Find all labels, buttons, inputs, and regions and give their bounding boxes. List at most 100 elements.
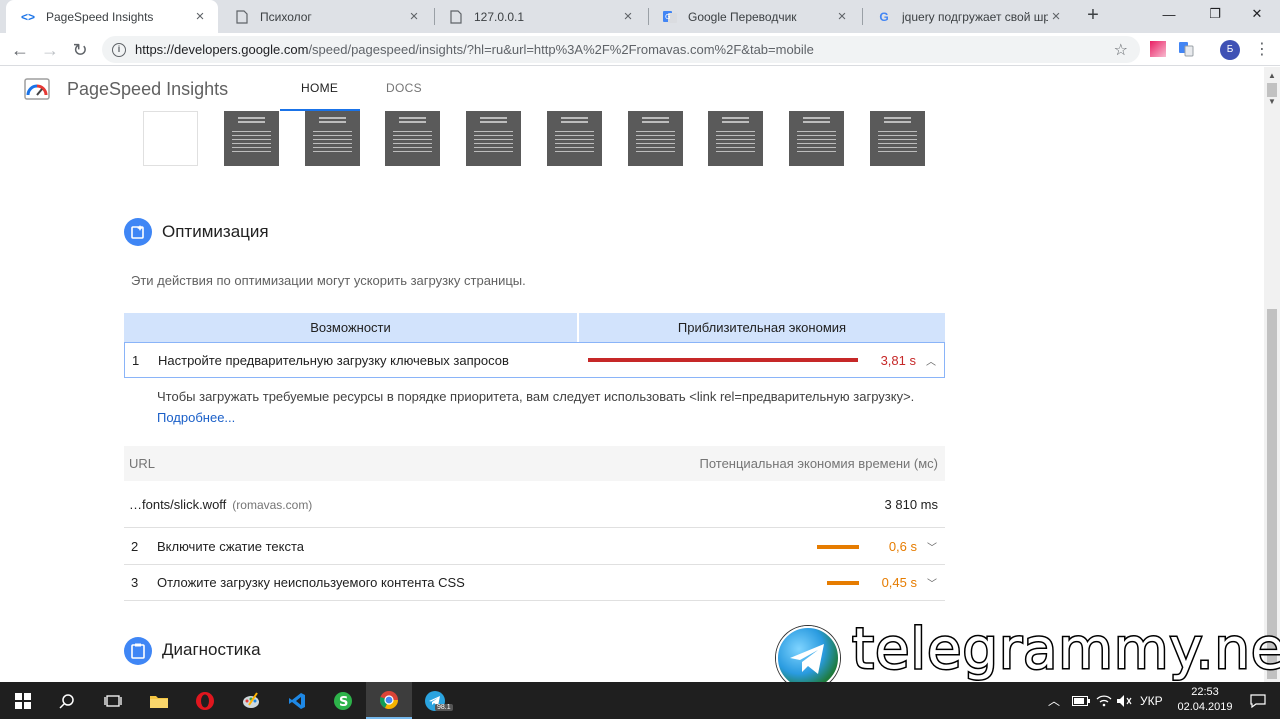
filmstrip-frame bbox=[385, 111, 440, 166]
tray-chevron-icon[interactable]: ︿ bbox=[1048, 682, 1060, 719]
language-indicator[interactable]: УКР bbox=[1140, 682, 1163, 719]
chevron-up-icon[interactable]: ︿ bbox=[924, 353, 938, 368]
page-scrollbar[interactable]: ▲ ▼ bbox=[1264, 67, 1280, 682]
chrome-icon[interactable] bbox=[366, 682, 412, 719]
task-view-icon[interactable] bbox=[90, 682, 136, 719]
opportunity-title: Отложите загрузку неиспользуемого контен… bbox=[157, 575, 465, 590]
brand-title[interactable]: PageSpeed Insights bbox=[67, 79, 228, 100]
close-tab-icon[interactable]: × bbox=[620, 8, 636, 25]
opportunity-row[interactable]: 2 Включите сжатие текста 0,6 s ﹀ bbox=[124, 529, 945, 565]
notifications-icon[interactable] bbox=[1250, 682, 1266, 719]
filmstrip-frame bbox=[224, 111, 279, 166]
filmstrip-frame bbox=[466, 111, 521, 166]
url-path: /speed/pagespeed/insights/?hl=ru&url=htt… bbox=[308, 42, 814, 57]
savings-column-header: Потенциальная экономия времени (мс) bbox=[699, 456, 938, 471]
file-explorer-icon[interactable] bbox=[136, 682, 182, 719]
search-icon[interactable] bbox=[44, 682, 90, 719]
maximize-button[interactable]: ❐ bbox=[1192, 0, 1238, 28]
windows-taskbar: S 98.1 ︿ УКР 22:53 02.04.2019 bbox=[0, 682, 1280, 719]
filmstrip-frame bbox=[547, 111, 602, 166]
browser-toolbar: ← → ↻ i https://developers.google.com/sp… bbox=[0, 33, 1280, 66]
tab-localhost[interactable]: 127.0.0.1 × bbox=[434, 0, 646, 33]
site-info-icon[interactable]: i bbox=[112, 42, 126, 57]
col-opportunity: Возможности bbox=[124, 313, 579, 342]
close-window-button[interactable]: ✕ bbox=[1234, 0, 1280, 28]
opportunity-number: 3 bbox=[131, 575, 139, 590]
tab-google-search[interactable]: G jquery подгружает свой шриф × bbox=[862, 0, 1074, 33]
volume-icon[interactable] bbox=[1116, 682, 1132, 719]
scroll-thumb[interactable] bbox=[1267, 83, 1277, 97]
page-icon bbox=[234, 9, 250, 25]
tab-psiholog[interactable]: Психолог × bbox=[220, 0, 432, 33]
savings-value: 0,6 s bbox=[888, 539, 917, 554]
optimization-description: Эти действия по оптимизации могут ускори… bbox=[131, 273, 526, 288]
tab-strip: <> PageSpeed Insights × Психолог × 127.0… bbox=[0, 0, 1280, 33]
learn-more-link[interactable]: Подробнее... bbox=[157, 410, 235, 425]
opportunity-row[interactable]: 3 Отложите загрузку неиспользуемого конт… bbox=[124, 565, 945, 601]
bookmark-star-icon[interactable]: ☆ bbox=[1114, 40, 1128, 60]
close-tab-icon[interactable]: × bbox=[834, 8, 850, 25]
opera-icon[interactable] bbox=[182, 682, 228, 719]
telegram-badge: 98.1 bbox=[435, 704, 453, 711]
filmstrip-frame bbox=[789, 111, 844, 166]
close-tab-icon[interactable]: × bbox=[192, 8, 208, 25]
nav-docs[interactable]: DOCS bbox=[386, 81, 422, 95]
chevron-down-icon[interactable]: ﹀ bbox=[925, 539, 939, 554]
filmstrip-frame bbox=[305, 111, 360, 166]
opportunity-row[interactable]: 1 Настройте предварительную загрузку клю… bbox=[124, 342, 945, 378]
url-column-header: URL bbox=[129, 456, 156, 471]
opportunity-number: 1 bbox=[132, 352, 140, 368]
profile-avatar[interactable]: Б bbox=[1220, 40, 1240, 60]
opportunity-title: Настройте предварительную загрузку ключе… bbox=[158, 352, 509, 368]
wifi-icon[interactable] bbox=[1096, 682, 1112, 719]
close-tab-icon[interactable]: × bbox=[1048, 8, 1064, 25]
system-clock[interactable]: 22:53 02.04.2019 bbox=[1168, 685, 1242, 715]
back-button[interactable]: ← bbox=[8, 38, 32, 62]
opportunity-number: 2 bbox=[131, 539, 139, 554]
telegram-globe-icon bbox=[776, 626, 840, 690]
paint-icon[interactable] bbox=[228, 682, 274, 719]
minimize-button[interactable]: — bbox=[1146, 0, 1192, 28]
code-brackets-icon: <> bbox=[20, 9, 35, 24]
savings-bar bbox=[827, 580, 859, 585]
nav-home[interactable]: HOME bbox=[301, 81, 338, 95]
new-tab-button[interactable]: + bbox=[1082, 5, 1104, 27]
translate-extension-icon[interactable] bbox=[1178, 41, 1194, 57]
savings-value: 0,45 s bbox=[881, 575, 917, 590]
pagespeed-logo-icon[interactable] bbox=[24, 78, 50, 100]
google-translate-icon: G bbox=[662, 9, 678, 25]
reload-button[interactable]: ↻ bbox=[68, 38, 92, 62]
detail-text: Чтобы загружать требуемые ресурсы в поря… bbox=[157, 389, 915, 404]
tab-pagespeed[interactable]: <> PageSpeed Insights × bbox=[6, 0, 218, 33]
opportunity-detail: Чтобы загружать требуемые ресурсы в поря… bbox=[157, 386, 917, 428]
opportunity-title: Включите сжатие текста bbox=[157, 539, 304, 554]
col-savings: Приблизительная экономия bbox=[677, 320, 847, 335]
url-table-header: URL Потенциальная экономия времени (мс) bbox=[124, 446, 945, 481]
url-file[interactable]: …fonts/slick.woff bbox=[129, 497, 226, 512]
scroll-down-icon[interactable]: ▼ bbox=[1268, 97, 1276, 106]
battery-icon[interactable] bbox=[1072, 682, 1090, 719]
vscode-icon[interactable] bbox=[274, 682, 320, 719]
filmstrip-frame bbox=[708, 111, 763, 166]
page-icon bbox=[448, 9, 464, 25]
table-row: …fonts/slick.woff (romavas.com) 3 810 ms bbox=[124, 481, 945, 528]
close-tab-icon[interactable]: × bbox=[406, 8, 422, 25]
savings-value: 3,81 s bbox=[880, 352, 916, 368]
filmstrip-frame bbox=[628, 111, 683, 166]
filmstrip-frame bbox=[870, 111, 925, 166]
chevron-down-icon[interactable]: ﹀ bbox=[925, 575, 939, 590]
browser-menu-icon[interactable]: ⋮ bbox=[1254, 40, 1270, 60]
extension-icon[interactable] bbox=[1150, 41, 1166, 57]
url-host-label: (romavas.com) bbox=[232, 497, 313, 512]
address-bar[interactable]: i https://developers.google.com/speed/pa… bbox=[102, 36, 1140, 63]
diagnostics-title: Диагностика bbox=[162, 640, 261, 659]
svg-text:G: G bbox=[665, 13, 670, 21]
tab-google-translate[interactable]: G Google Переводчик × bbox=[648, 0, 860, 33]
psi-header: PageSpeed Insights HOME DOCS bbox=[0, 67, 1264, 111]
savings-bar bbox=[588, 358, 858, 362]
scroll-up-icon[interactable]: ▲ bbox=[1268, 71, 1276, 80]
s-app-icon[interactable]: S bbox=[320, 682, 366, 719]
telegram-icon[interactable]: 98.1 bbox=[412, 682, 458, 719]
forward-button[interactable]: → bbox=[38, 38, 62, 62]
windows-start-icon[interactable] bbox=[0, 682, 46, 719]
